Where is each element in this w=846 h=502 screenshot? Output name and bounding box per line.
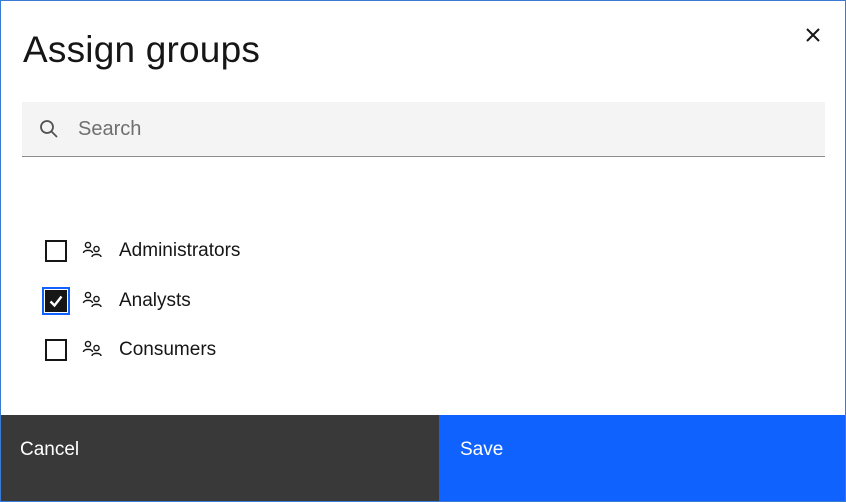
user-group-icon	[82, 340, 102, 357]
list-item-administrators[interactable]: Administrators	[45, 238, 240, 264]
group-label: Consumers	[119, 339, 217, 360]
user-group-icon	[82, 241, 102, 258]
modal-footer: Cancel Save	[1, 415, 845, 501]
assign-groups-modal: Assign groups Administrators	[0, 0, 846, 502]
checkbox-administrators[interactable]	[45, 240, 67, 262]
group-label: Administrators	[119, 240, 241, 261]
close-button[interactable]	[801, 23, 825, 47]
search-box	[22, 102, 825, 157]
group-label: Analysts	[119, 289, 191, 311]
checkbox-analysts[interactable]	[42, 286, 70, 315]
list-item-consumers[interactable]: Consumers	[45, 337, 240, 363]
user-group-icon	[82, 291, 102, 307]
cancel-button[interactable]: Cancel	[1, 415, 439, 501]
checkmark-icon	[49, 295, 63, 307]
group-list: Administrators Analysts Consumers	[42, 238, 240, 387]
search-input[interactable]	[78, 102, 808, 156]
save-button[interactable]: Save	[439, 415, 845, 501]
search-icon	[40, 120, 58, 138]
list-item-analysts[interactable]: Analysts	[42, 286, 240, 315]
close-icon	[806, 28, 820, 42]
checkbox-consumers[interactable]	[45, 339, 67, 361]
modal-title: Assign groups	[23, 29, 261, 70]
